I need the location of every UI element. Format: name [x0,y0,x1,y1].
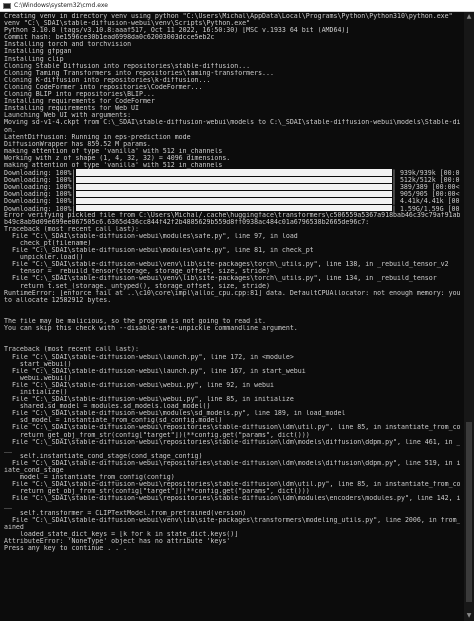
console-line: ained [4,523,24,531]
console-line: File "C:\_SDAI\stable-diffusion-webui\we… [4,396,294,404]
console-line: model = instantiate_from_config(config) [4,474,175,482]
console-line: RuntimeError: [enforce fail at ..\c10\co… [4,289,460,297]
console-line: tensor = _rebuild_tensor(storage, storag… [4,268,270,276]
console-line: File "C:\_SDAI\stable-diffusion-webui\ve… [4,516,460,524]
console-line: iate_cond_stage [4,467,64,474]
console-line: sd_model = instantiate_from_config(sd_co… [4,417,223,425]
scroll-down-arrow-icon[interactable]: ▼ [464,611,474,621]
console-line: File "C:\_SDAI\stable-diffusion-webui\re… [4,495,460,503]
scroll-up-arrow-icon[interactable]: ▲ [464,12,474,22]
console-line: Traceback (most recent call last): [4,346,139,354]
console-line: Installing clip [4,55,64,63]
console-line: __ [4,502,12,510]
console-line: b49c8ab9d09e699ee067505c6.6365d436cc844f… [4,218,370,226]
console-line: making attention of type 'vanilla' with … [4,161,223,169]
console-line: File "C:\_SDAI\stable-diffusion-webui\mo… [4,247,314,255]
download-progress-line: Downloading: 100%|| 905/905 [00:00<00:00… [4,190,460,198]
console-line: Moving sd-v1-4.ckpt from C:\_SDAI\stable… [4,119,460,127]
console-line: File "C:\_SDAI\stable-diffusion-webui\mo… [4,410,346,418]
vertical-scrollbar[interactable]: ▲ ▼ [464,12,474,621]
title-bar[interactable]: C:\Windows\system32\cmd.exe [0,0,474,12]
console-line: return t.set_(storage._untyped(), storag… [4,282,270,290]
download-stats: | 1.59G/1.59G [00:50<00:00, 30.4MB/s] [392,204,460,213]
download-progress-line: Downloading: 100%|| 4.41k/4.41k [00:00<0… [4,197,460,205]
console-line: start_webui() [4,360,72,368]
progress-bar-fill [76,204,392,212]
progress-bar-fill [76,176,392,183]
console-line: Installing requirements for CodeFormer [4,98,155,106]
download-progress-line: Downloading: 100%|| 389/389 [00:00<00:00… [4,183,460,191]
console-output[interactable]: Creating venv in directory venv using py… [4,13,460,619]
console-line: Python 3.10.8 (tags/v3.10.8:aaaf517, Oct… [4,27,350,35]
console-line: LatentDiffusion: Running in eps-predicti… [4,133,191,141]
console-line: shared.sd_model = modules.sd_models.load… [4,403,211,411]
console-line: Installing gfpgan [4,48,72,56]
console-line: File "C:\_SDAI\stable-diffusion-webui\la… [4,353,294,361]
progress-bar-fill [76,183,392,190]
cmd-icon [3,2,11,9]
console-line: File "C:\_SDAI\stable-diffusion-webui\re… [4,424,460,432]
console-line: File "C:\_SDAI\stable-diffusion-webui\mo… [4,232,298,240]
console-line: Cloning K-diffusion into repositories\k-… [4,76,211,84]
console-line: Cloning Stable Diffusion into repositori… [4,62,251,70]
download-progress-line: Downloading: 100%|| 939k/939k [00:00<00:… [4,169,460,177]
console-line: self.instantiate_cond_stage(cond_stage_c… [4,452,203,460]
window-title: C:\Windows\system32\cmd.exe [14,2,108,9]
console-line: Cloning BLIP into repositories\BLIP... [4,91,155,99]
console-line: self.transformer = CLIPTextModel.from_pr… [4,509,247,517]
console-line: DiffusionWrapper has 859.52 M params. [4,140,151,148]
console-line: File "C:\_SDAI\stable-diffusion-webui\we… [4,381,274,389]
console-line: Error verifying pickled file from C:\Use… [4,211,460,219]
console-line: File "C:\_SDAI\stable-diffusion-webui\la… [4,367,306,375]
console-line: loaded_state_dict_keys = [k for k in sta… [4,530,239,538]
console-line: on. [4,126,16,134]
console-line: Press any key to continue . . . [4,545,128,553]
console-line: File "C:\_SDAI\stable-diffusion-webui\ve… [4,275,437,283]
console-line: File "C:\_SDAI\stable-diffusion-webui\re… [4,459,460,467]
download-progress-line: Downloading: 100%| | 1.59G/1.59G [00:50<0… [4,204,460,213]
scrollbar-thumb[interactable] [466,422,472,602]
console-line: to allocate 12582912 bytes. [4,296,112,304]
console-line: Traceback (most recent call last): [4,225,139,233]
progress-bar-fill [76,169,392,176]
console-line: initialize() [4,388,68,396]
console-line: File "C:\_SDAI\stable-diffusion-webui\re… [4,438,460,446]
console-line: The file may be malicious, so the progra… [4,318,267,326]
console-line: Launching Web UI with arguments: [4,112,132,120]
console-line: Creating venv in directory venv using py… [4,13,453,20]
console-line: making attention of type 'vanilla' with … [4,147,223,155]
console-line: File "C:\_SDAI\stable-diffusion-webui\re… [4,481,460,489]
console-line: File "C:\_SDAI\stable-diffusion-webui\ve… [4,261,449,269]
download-label: Downloading: 100%| [4,204,76,213]
console-line: Installing torch and torchvision [4,41,132,49]
console-line: return get_obj_from_str(config["target"]… [4,488,310,496]
console-line: return get_obj_from_str(config["target"]… [4,431,310,439]
console-line: webui.webui() [4,374,72,382]
download-progress-line: Downloading: 100%|| 512k/512k [00:00<00:… [4,176,460,184]
console-line: venv "C:\_SDAI\stable-diffusion-webui\ve… [4,20,251,28]
console-line: You can skip this check with --disable-s… [4,325,298,333]
console-line: Installing requirements for Web UI [4,105,139,113]
console-line: __ [4,445,12,453]
progress-bar-fill [76,197,392,205]
console-line: Commit hash: be1596ce30b1ead6998da0c6200… [4,34,215,42]
console-line: unpickler.load() [4,254,84,262]
console-line: AttributeError: 'NoneType' object has no… [4,537,231,545]
console-line: Cloning CodeFormer into repositories\Cod… [4,83,203,91]
console-line: Cloning Taming Transformers into reposit… [4,69,274,77]
progress-bar-fill [76,190,392,198]
console-line: Working with z of shape (1, 4, 32, 32) =… [4,154,231,162]
console-line: check_pt(filename) [4,240,92,247]
